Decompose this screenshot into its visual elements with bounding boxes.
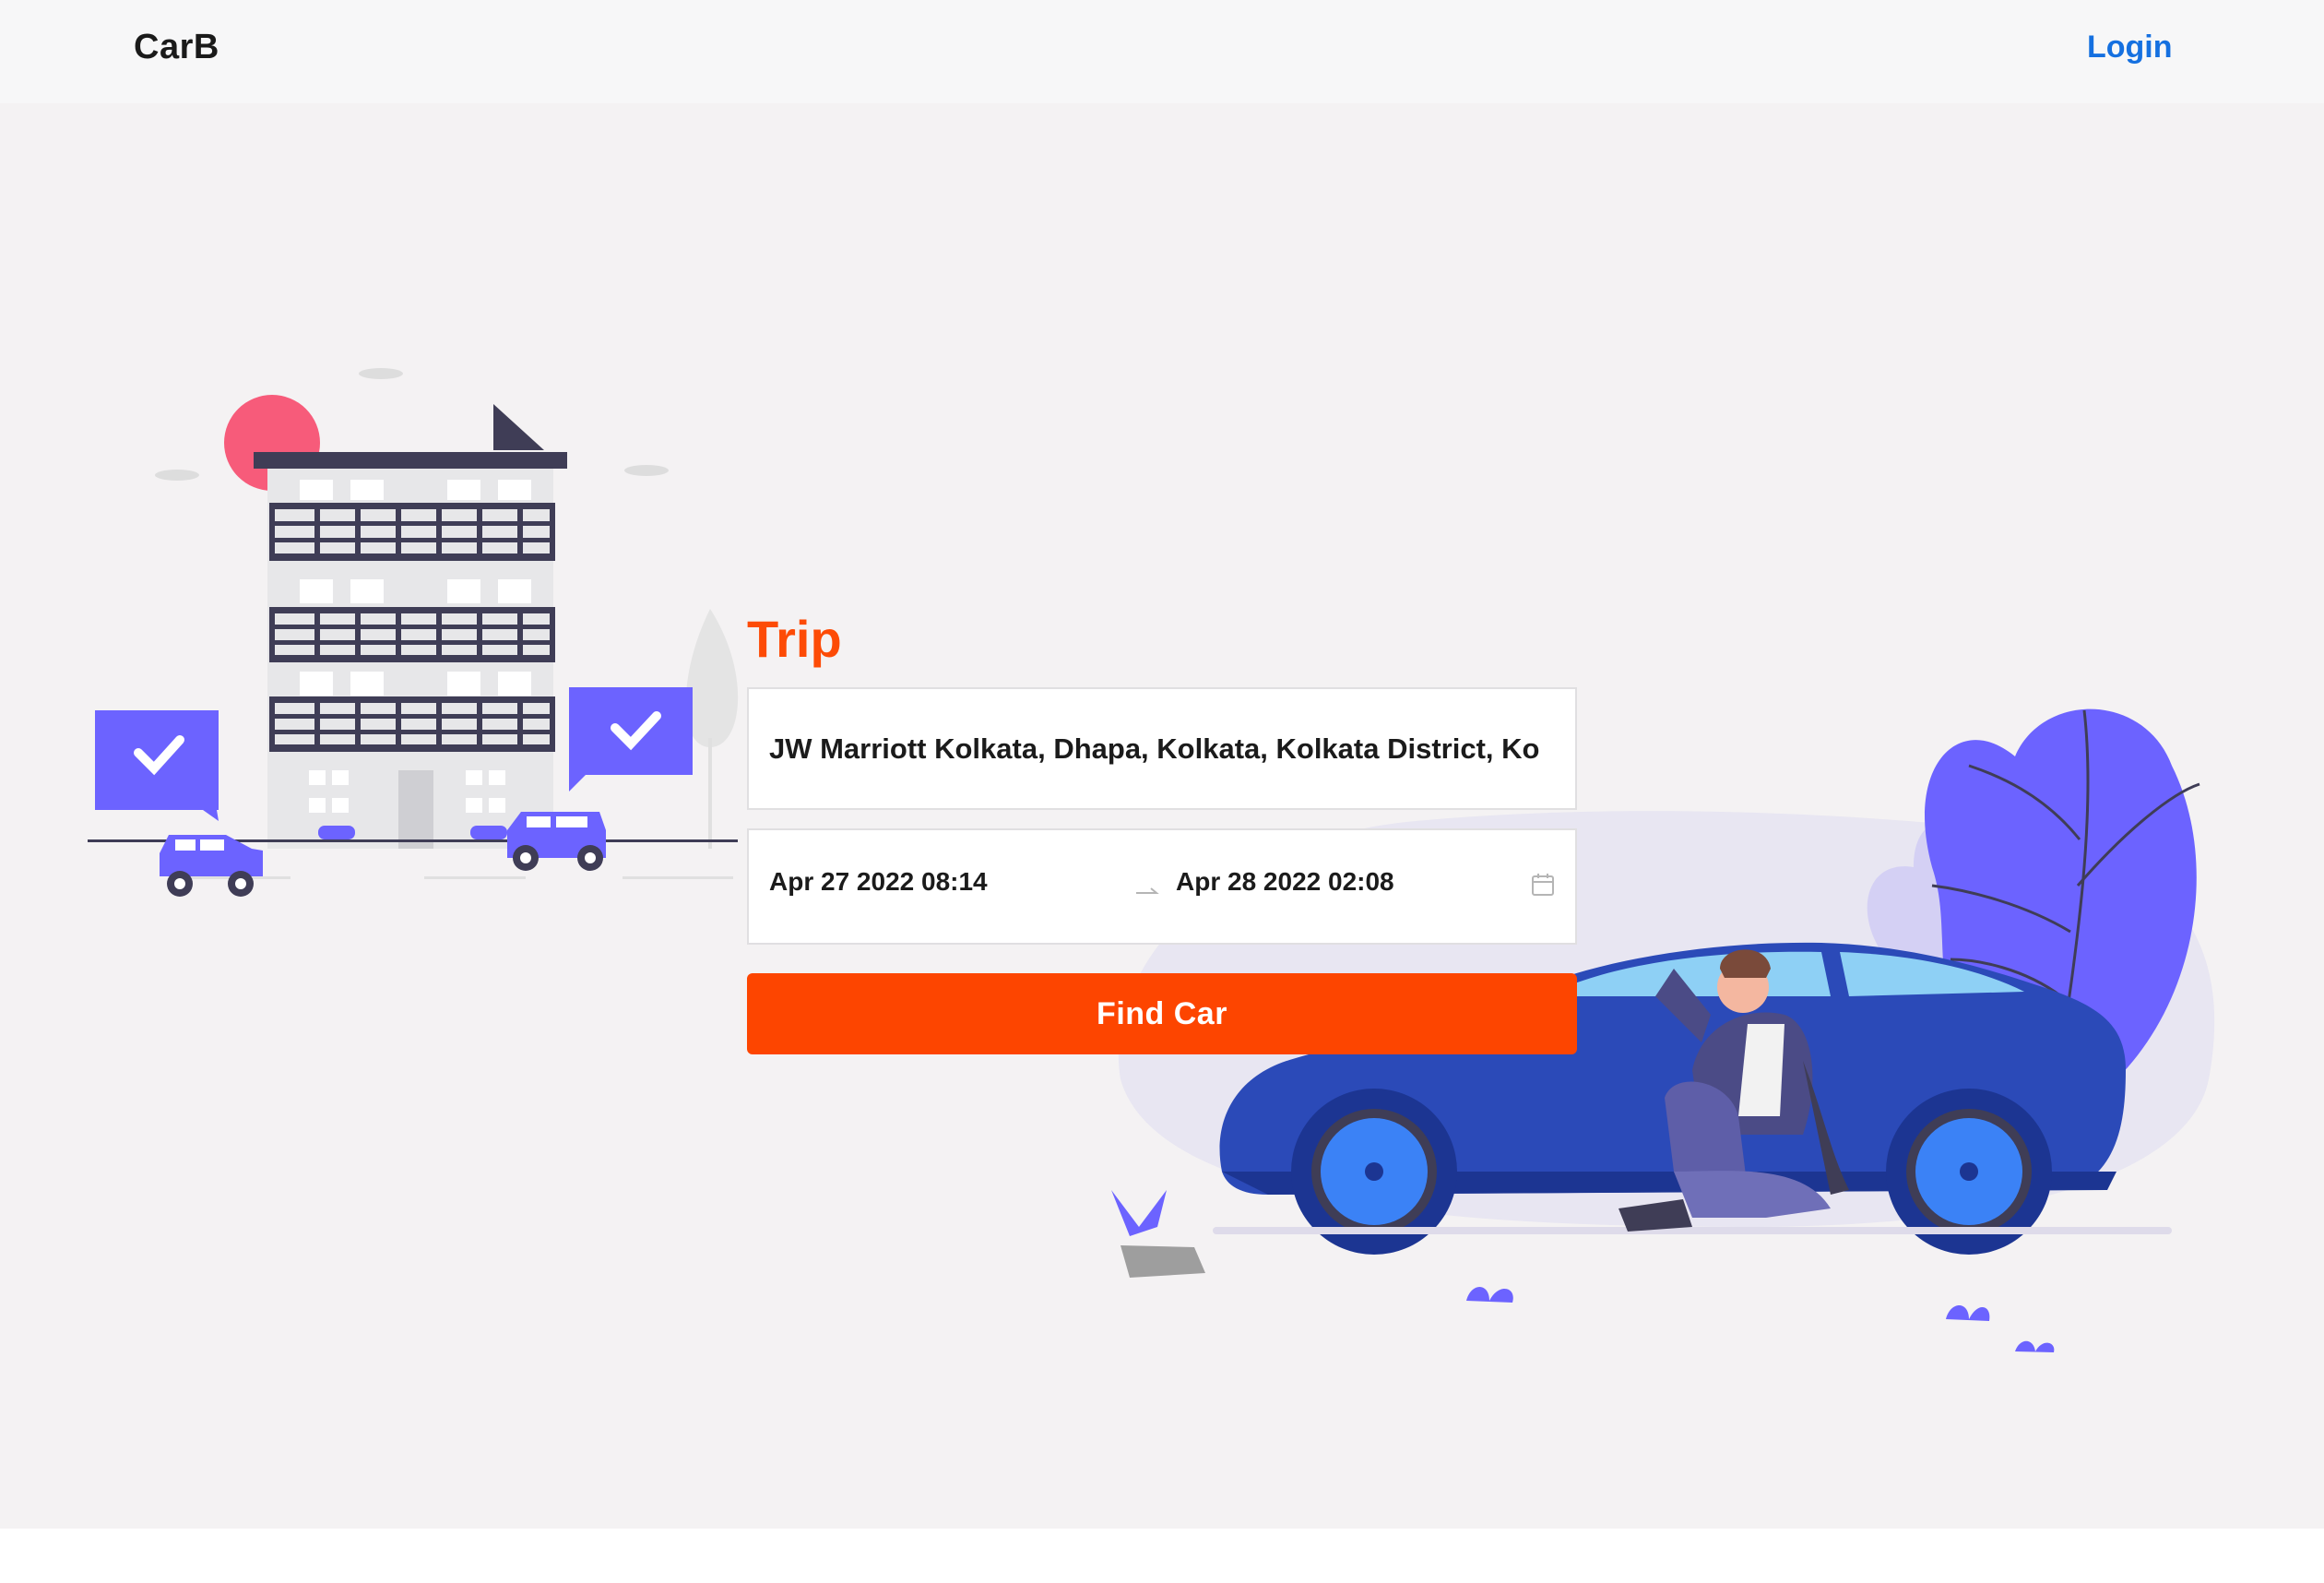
location-input[interactable] xyxy=(769,689,1559,808)
end-date[interactable]: Apr 28 2022 02:08 xyxy=(1176,867,1394,897)
location-field[interactable] xyxy=(747,687,1577,810)
start-date[interactable]: Apr 27 2022 08:14 xyxy=(769,867,988,897)
calendar-icon[interactable] xyxy=(1530,872,1556,898)
brand-logo[interactable]: CarB xyxy=(134,28,219,67)
date-range-field[interactable]: Apr 27 2022 08:14 Apr 28 2022 02:08 xyxy=(747,828,1577,945)
trip-title: Trip xyxy=(747,610,842,668)
find-car-button[interactable]: Find Car xyxy=(747,973,1577,1054)
navbar: CarB Login xyxy=(0,0,2324,103)
login-link[interactable]: Login xyxy=(2087,30,2173,65)
building-illustration xyxy=(88,368,739,897)
arrow-right-icon xyxy=(1136,887,1159,894)
